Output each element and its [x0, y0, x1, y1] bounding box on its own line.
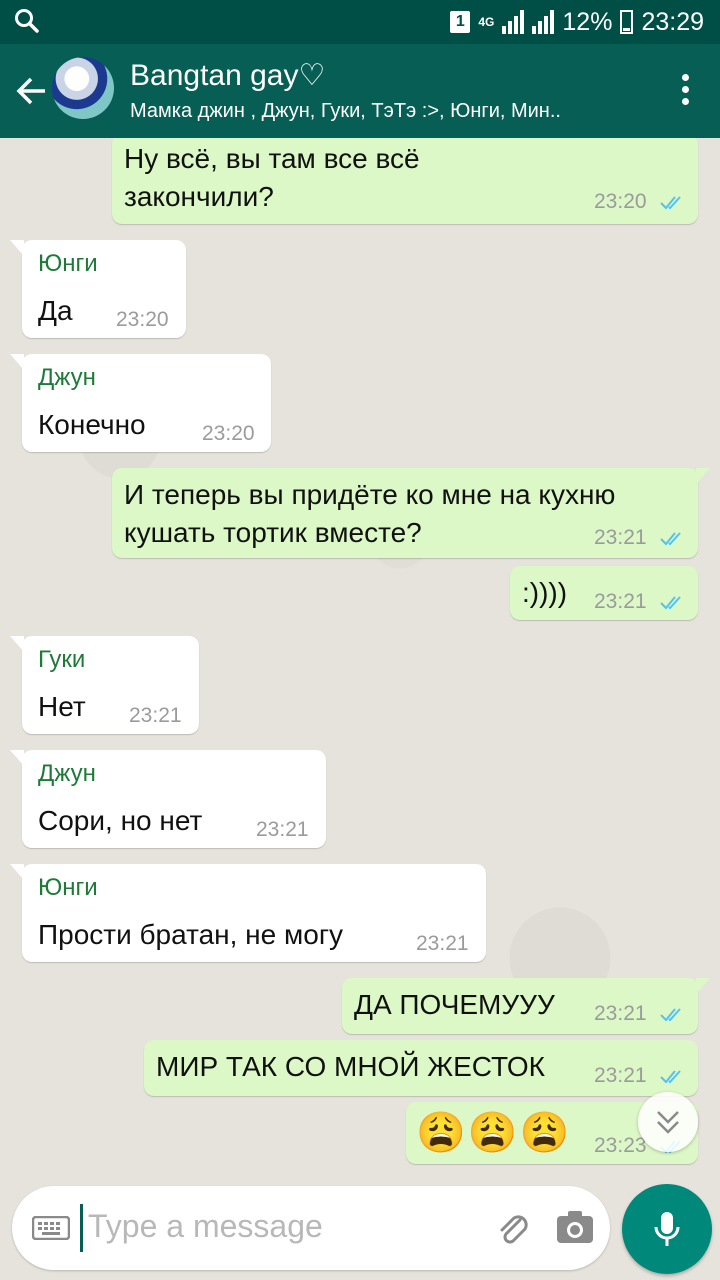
battery-icon [620, 10, 634, 34]
message-incoming[interactable]: Гуки Нет 23:21 [10, 636, 199, 734]
microphone-icon [654, 1212, 680, 1246]
signal-icon-2 [532, 10, 555, 34]
message-text: ДА ПОЧЕМУУУ [354, 989, 555, 1020]
message-time: 23:20 [202, 422, 255, 445]
message-outgoing[interactable]: :)))) 23:21 [510, 566, 698, 620]
message-time: 23:21 [256, 818, 309, 841]
more-options-icon[interactable] [680, 74, 690, 108]
message-incoming[interactable]: Юнги Прости братан, не могу 23:21 [10, 864, 486, 962]
attach-icon[interactable] [492, 1208, 532, 1248]
group-title[interactable]: Bangtan gay♡ [130, 58, 325, 93]
message-incoming[interactable]: Джун Сори, но нет 23:21 [10, 750, 326, 848]
message-text: Нет [38, 691, 86, 722]
message-incoming[interactable]: Джун Конечно 23:20 [10, 354, 271, 452]
message-text: Прости братан, не могу [38, 919, 344, 950]
read-ticks-icon [660, 532, 681, 546]
camera-icon[interactable] [556, 1210, 594, 1244]
message-outgoing[interactable]: И теперь вы придёте ко мне на кухню куша… [112, 468, 710, 558]
voice-message-button[interactable] [622, 1184, 712, 1274]
message-outgoing[interactable]: МИР ТАК СО МНОЙ ЖЕСТОК 23:21 [144, 1040, 698, 1096]
battery-percent: 12% [562, 7, 613, 36]
message-sender: Юнги [38, 874, 98, 901]
read-ticks-icon [660, 1070, 681, 1084]
message-outgoing[interactable]: Ну всё, вы там все всё закончили? 23:20 [112, 138, 698, 224]
message-time: 23:21 [416, 932, 469, 955]
message-composer[interactable]: Type a message [12, 1186, 610, 1270]
message-time: 23:21 [129, 704, 182, 727]
message-sender: Юнги [38, 250, 98, 277]
message-text: :)))) [522, 577, 568, 608]
message-text: Сори, но нет [38, 805, 203, 836]
chat-header: Bangtan gay♡ Мамка джин , Джун, Гуки, Тэ… [0, 44, 720, 138]
message-text: МИР ТАК СО МНОЙ ЖЕСТОК [156, 1051, 545, 1082]
message-text: Ну всё, вы там все всё закончили? [124, 143, 420, 212]
signal-icon [502, 10, 525, 34]
back-arrow-icon[interactable] [14, 74, 48, 108]
message-incoming[interactable]: Юнги Да 23:20 [10, 240, 186, 338]
scroll-to-bottom-button[interactable] [638, 1092, 698, 1152]
text-cursor [80, 1204, 83, 1252]
message-text: Да [38, 295, 73, 326]
message-time: 23:21 [594, 526, 647, 549]
group-avatar[interactable] [52, 57, 114, 119]
message-text: Конечно [38, 409, 146, 440]
double-chevron-down-icon [657, 1111, 679, 1134]
message-sender: Джун [38, 760, 96, 787]
message-time: 23:21 [594, 1002, 647, 1025]
message-outgoing[interactable]: ДА ПОЧЕМУУУ 23:21 [342, 978, 710, 1034]
message-sender: Гуки [38, 646, 86, 673]
message-sender: Джун [38, 364, 96, 391]
message-list[interactable]: Ну всё, вы там все всё закончили? 23:20 … [0, 138, 720, 1200]
message-time: 23:21 [594, 590, 647, 613]
message-text: 😩😩😩 [416, 1111, 572, 1155]
read-ticks-icon [660, 196, 681, 210]
group-members[interactable]: Мамка джин , Джун, Гуки, ТэТэ :>, Юнги, … [130, 100, 650, 123]
keyboard-icon[interactable] [32, 1216, 70, 1240]
search-icon [15, 9, 39, 33]
message-time: 23:20 [116, 308, 169, 331]
status-bar: 1 4G 12% 23:29 [0, 0, 720, 44]
sim-slot-badge: 1 [450, 11, 471, 33]
read-ticks-icon [660, 596, 681, 610]
network-type: 4G [478, 15, 495, 29]
message-text: И теперь вы придёте ко мне на кухню куша… [124, 479, 616, 548]
message-time: 23:21 [594, 1064, 647, 1087]
read-ticks-icon [660, 1008, 681, 1022]
message-time: 23:20 [594, 190, 647, 213]
message-input[interactable]: Type a message [88, 1208, 323, 1245]
clock: 23:29 [641, 7, 704, 36]
